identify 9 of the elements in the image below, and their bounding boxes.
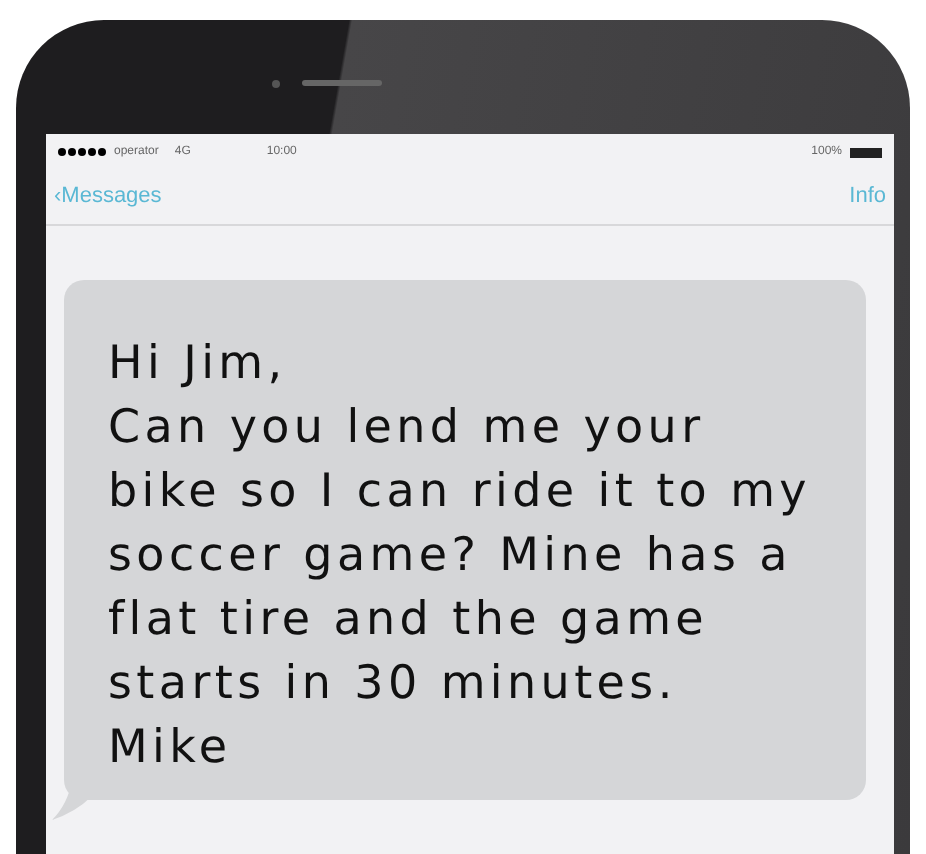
info-button[interactable]: Info [849, 180, 886, 214]
message-text: Mike [108, 720, 234, 778]
signal-icon [58, 148, 106, 156]
battery-icon [850, 147, 882, 157]
speaker-icon [302, 80, 382, 86]
message-text: Hi Jim, [108, 336, 289, 394]
message-text: Can you lend me your bike so I can ride it to my soccer game? Mine has a flat tire and the game starts in 30 minutes. [108, 400, 813, 714]
camera-icon [272, 80, 280, 88]
back-button[interactable]: ‹Messages [54, 180, 162, 214]
